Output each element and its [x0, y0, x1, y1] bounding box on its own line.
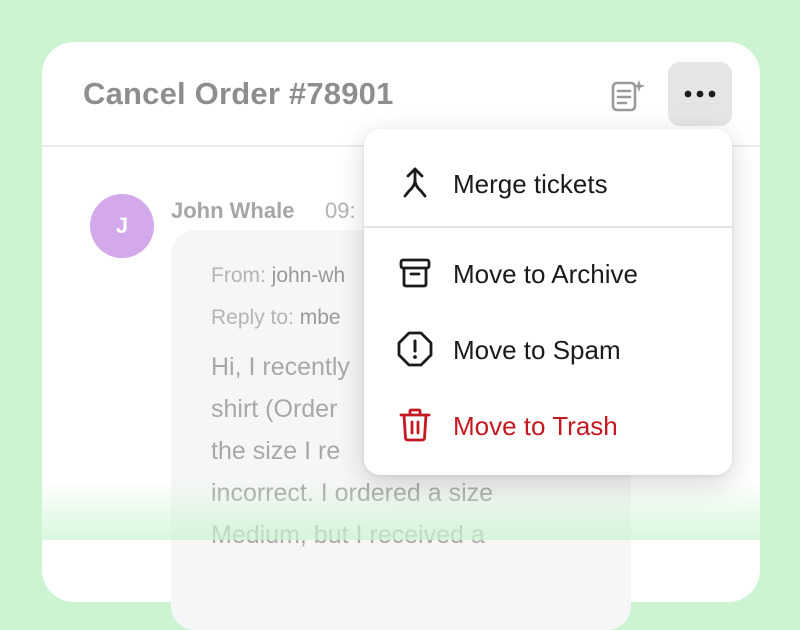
menu-item-label: Merge tickets	[453, 169, 608, 199]
menu-item-label: Move to Trash	[453, 411, 618, 441]
trash-icon	[397, 407, 433, 443]
menu-item-move-to-spam[interactable]: Move to Spam	[364, 319, 732, 379]
from-label: From:	[211, 264, 266, 287]
menu-item-label: Move to Spam	[453, 335, 621, 365]
menu-divider	[364, 226, 732, 228]
spam-icon	[397, 331, 433, 367]
from-value: john-wh	[271, 264, 346, 287]
reply-to-label: Reply to:	[211, 306, 294, 329]
archive-icon	[397, 255, 433, 291]
menu-item-merge-tickets[interactable]: Merge tickets	[364, 153, 732, 213]
more-horizontal-icon	[684, 90, 716, 98]
menu-item-move-to-archive[interactable]: Move to Archive	[364, 243, 732, 303]
ai-notes-icon	[611, 80, 645, 112]
menu-item-label: Move to Archive	[453, 259, 638, 289]
message-line: Medium, but I received a	[211, 521, 485, 549]
reply-to-line: Reply to: mbe	[211, 306, 341, 330]
reply-to-value: mbe	[299, 306, 341, 329]
merge-icon	[397, 165, 433, 201]
message-time: 09:	[325, 198, 356, 223]
avatar: J	[90, 194, 154, 258]
ticket-title: Cancel Order #78901	[83, 76, 394, 111]
sender-name: John Whale	[171, 198, 295, 223]
menu-item-move-to-trash[interactable]: Move to Trash	[364, 395, 732, 455]
more-options-menu: Merge tickets Move to Archive Move to Sp…	[364, 129, 732, 475]
more-options-button[interactable]	[668, 62, 732, 126]
message-line: incorrect. I ordered a size	[211, 479, 494, 507]
from-line: From: john-wh	[211, 264, 345, 288]
ai-summary-button[interactable]	[608, 76, 648, 116]
